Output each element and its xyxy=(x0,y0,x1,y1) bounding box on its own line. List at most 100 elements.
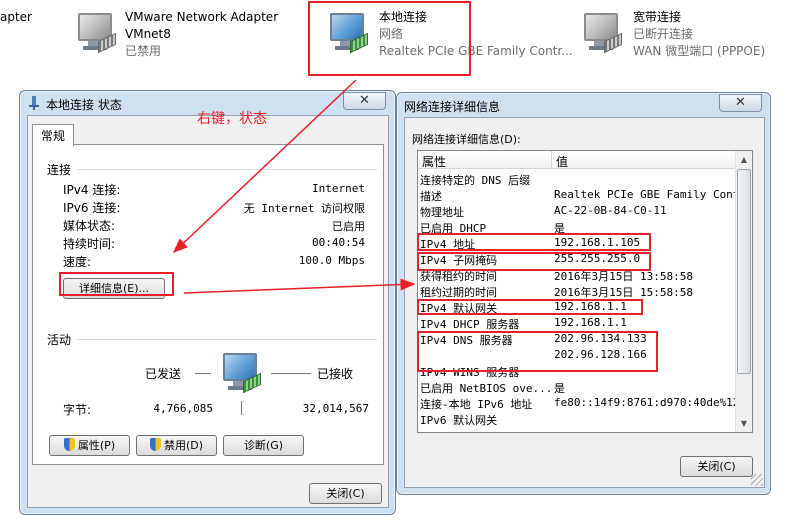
annotation-text: 右键，状态 xyxy=(197,111,267,127)
property-value: 192.168.1.105 xyxy=(554,236,641,249)
close-window-button[interactable]: ✕ xyxy=(343,92,386,110)
duration-value: 00:40:54 xyxy=(312,236,365,249)
property-name: IPv4 地址 xyxy=(420,238,476,251)
details-dialog-titlebar[interactable]: 网络连接详细信息 ✕ xyxy=(397,93,770,117)
details-caption: 网络连接详细信息(D): xyxy=(412,133,521,146)
property-name: 连接特定的 DNS 后缀 xyxy=(420,174,531,187)
dialog-title: 本地连接 状态 xyxy=(46,98,122,112)
connection-section-label: 连接 xyxy=(47,163,72,177)
network-adapter-icon xyxy=(326,11,370,55)
field-label: 持续时间: xyxy=(63,237,116,251)
general-panel: 连接 IPv4 连接: Internet IPv6 连接: 无 Internet… xyxy=(32,144,384,465)
ipv6-connectivity-value: 无 Internet 访问权限 xyxy=(243,202,365,215)
network-adapter-icon xyxy=(74,11,118,55)
column-value[interactable]: 值 xyxy=(556,153,568,170)
close-window-button[interactable]: ✕ xyxy=(719,94,762,112)
close-button[interactable]: 关闭(C) xyxy=(680,456,753,477)
adapter-status: 已禁用 xyxy=(125,44,162,58)
field-label: IPv4 连接: xyxy=(63,183,121,197)
property-value: 192.168.1.1 xyxy=(554,300,627,313)
property-name: 租约过期的时间 xyxy=(420,286,497,299)
property-value: 是 xyxy=(554,382,565,395)
scroll-down-icon[interactable]: ▼ xyxy=(736,415,752,432)
network-adapter-icon xyxy=(580,11,624,55)
properties-button[interactable]: 属性(P) xyxy=(49,435,130,456)
ipv4-connectivity-value: Internet xyxy=(312,182,365,195)
adapter-name: apter xyxy=(0,10,32,24)
adapter-description: WAN 微型端口 (PPPOE) xyxy=(633,44,766,58)
details-dialog: 网络连接详细信息 ✕ 网络连接详细信息(D): 属性 值 连接特定的 DNS 后… xyxy=(396,92,771,495)
bytes-received-value: 32,014,567 xyxy=(302,402,369,415)
property-name: IPv4 DNS 服务器 xyxy=(420,334,513,347)
property-name: IPv4 默认网关 xyxy=(420,302,498,315)
adapter-partial[interactable]: apter xyxy=(0,0,60,80)
adapter-local-connection[interactable]: 本地连接 网络 Realtek PCIe GBE Family Contr... xyxy=(316,0,573,80)
network-activity-icon xyxy=(219,351,263,395)
field-label: 媒体状态: xyxy=(63,219,116,233)
adapter-broadband[interactable]: 宽带连接 已断开连接 WAN 微型端口 (PPPOE) xyxy=(578,0,783,80)
close-button[interactable]: 关闭(C) xyxy=(309,483,382,504)
property-name: 描述 xyxy=(420,190,442,203)
property-value: Realtek PCIe GBE Family Contro xyxy=(554,188,753,201)
property-name: IPv4 DHCP 服务器 xyxy=(420,318,520,331)
bytes-sent-value: 4,766,085 xyxy=(153,402,213,415)
activity-section-label: 活动 xyxy=(47,333,72,347)
sent-label: 已发送 xyxy=(145,367,182,381)
vertical-scrollbar[interactable]: ▲ ▼ xyxy=(735,151,752,432)
adapter-name: 宽带连接 xyxy=(633,10,682,24)
property-value: fe80::14f9:8761:d970:40de%12 xyxy=(554,396,740,409)
field-label: 速度: xyxy=(63,255,92,269)
property-name: IPv4 WINS 服务器 xyxy=(420,366,520,379)
adapter-vmnet8[interactable]: VMware Network Adapter VMnet8 已禁用 xyxy=(72,0,302,80)
property-value: 2016年3月15日 15:58:58 xyxy=(554,286,693,299)
received-label: 已接收 xyxy=(317,367,354,381)
adapter-name: 本地连接 xyxy=(379,10,428,24)
adapter-description: Realtek PCIe GBE Family Contr... xyxy=(379,44,573,58)
property-name: 已启用 DHCP xyxy=(420,222,487,235)
activity-dash xyxy=(195,373,211,374)
property-value: 192.168.1.1 xyxy=(554,316,627,329)
section-divider xyxy=(77,339,377,340)
media-state-value: 已启用 xyxy=(332,220,365,233)
uac-shield-icon xyxy=(149,438,161,451)
details-button[interactable]: 详细信息(E)... xyxy=(63,278,165,299)
adapter-line2: 网络 xyxy=(379,27,404,41)
bytes-label: 字节: xyxy=(63,403,92,417)
scrollbar-thumb[interactable] xyxy=(737,169,751,374)
column-property[interactable]: 属性 xyxy=(422,153,446,170)
activity-divider xyxy=(241,401,242,415)
network-icon xyxy=(28,96,40,110)
property-name: 获得租约的时间 xyxy=(420,270,497,283)
property-name: 连接-本地 IPv6 地址 xyxy=(420,398,533,411)
section-divider xyxy=(77,169,377,170)
tab-general[interactable]: 常规 xyxy=(32,124,75,146)
property-name: IPv6 默认网关 xyxy=(420,414,498,427)
details-dialog-body: 网络连接详细信息(D): 属性 值 连接特定的 DNS 后缀 描述 Realtek… xyxy=(404,117,765,488)
scroll-up-icon[interactable]: ▲ xyxy=(736,151,752,168)
resize-grip-icon[interactable] xyxy=(751,474,763,486)
details-list[interactable]: 属性 值 连接特定的 DNS 后缀 描述 Realtek PCIe GBE Fam… xyxy=(417,150,753,433)
property-name: 已启用 NetBIOS ove... xyxy=(420,382,553,395)
disable-label: 禁用(D) xyxy=(163,439,204,452)
dialog-title: 网络连接详细信息 xyxy=(404,100,501,114)
field-label: IPv6 连接: xyxy=(63,201,121,215)
property-value: 255.255.255.0 xyxy=(554,252,641,265)
list-header: 属性 值 xyxy=(418,151,752,169)
uac-shield-icon xyxy=(63,438,75,451)
property-value: 202.96.134.133 xyxy=(554,332,647,345)
disable-button[interactable]: 禁用(D) xyxy=(136,435,217,456)
speed-value: 100.0 Mbps xyxy=(298,254,365,267)
diagnose-button[interactable]: 诊断(G) xyxy=(223,435,304,456)
properties-label: 属性(P) xyxy=(77,439,116,452)
status-dialog-body: 常规 连接 IPv4 连接: Internet IPv6 连接: 无 Inter… xyxy=(27,115,389,508)
activity-dash xyxy=(271,373,311,374)
adapter-name: VMware Network Adapter xyxy=(125,10,279,24)
property-value: 2016年3月15日 13:58:58 xyxy=(554,270,693,283)
property-name: 物理地址 xyxy=(420,206,464,219)
property-value: AC-22-0B-84-C0-11 xyxy=(554,204,667,217)
property-name: IPv4 子网掩码 xyxy=(420,254,498,267)
adapter-status: 已断开连接 xyxy=(633,27,694,41)
status-dialog: 本地连接 状态 ✕ 常规 连接 IPv4 连接: Internet IPv6 连… xyxy=(19,90,396,515)
property-value: 202.96.128.166 xyxy=(554,348,647,361)
property-value: 是 xyxy=(554,222,565,235)
